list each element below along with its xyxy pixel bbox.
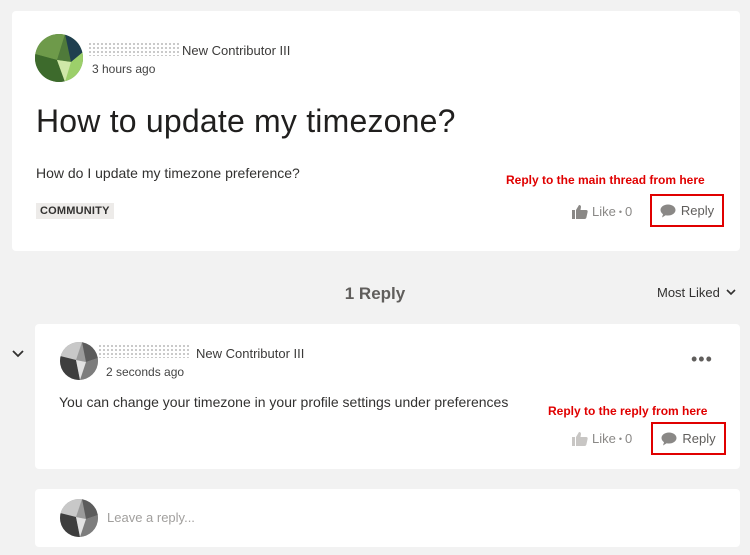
reply-to-reply-button[interactable]: Reply <box>651 422 726 455</box>
reply-input[interactable]: Leave a reply... <box>107 510 195 525</box>
speech-bubble-icon <box>661 432 677 445</box>
reply-like-button[interactable]: Like • 0 <box>572 431 632 446</box>
sort-label: Most Liked <box>657 285 720 300</box>
sort-dropdown[interactable]: Most Liked <box>657 285 736 300</box>
reply-label: Reply <box>680 203 715 218</box>
like-button[interactable]: Like • 0 <box>572 204 632 219</box>
current-user-avatar <box>60 499 98 537</box>
reply-card: New Contributor III 2 seconds ago ••• Yo… <box>35 324 740 469</box>
more-options-icon[interactable]: ••• <box>691 350 713 368</box>
chevron-down-icon <box>12 350 24 358</box>
reply-like-count: 0 <box>625 431 633 446</box>
author-avatar[interactable] <box>35 34 83 82</box>
collapse-thread-button[interactable] <box>12 345 24 363</box>
like-separator: • <box>618 206 623 217</box>
post-title: How to update my timezone? <box>36 103 456 139</box>
community-tag[interactable]: COMMUNITY <box>36 203 114 219</box>
reply-timestamp: 2 seconds ago <box>106 365 185 379</box>
like-count: 0 <box>625 204 633 219</box>
speech-bubble-icon <box>660 204 676 217</box>
reply-author-avatar[interactable] <box>60 342 98 380</box>
author-name-redacted[interactable] <box>88 42 180 56</box>
compose-card: Leave a reply... <box>35 489 740 547</box>
reply-author-rank: New Contributor III <box>196 346 305 361</box>
reply-author-name-redacted[interactable] <box>98 344 190 358</box>
reply-label: Reply <box>682 431 716 446</box>
reply-like-separator: • <box>618 433 623 444</box>
like-label: Like <box>592 204 616 219</box>
annotation-main-thread: Reply to the main thread from here <box>506 173 705 187</box>
reply-like-label: Like <box>592 431 616 446</box>
author-rank: New Contributor III <box>182 43 291 58</box>
chevron-down-icon <box>726 289 736 296</box>
reply-body: You can change your timezone in your pro… <box>59 394 509 410</box>
post-timestamp: 3 hours ago <box>92 62 156 76</box>
thumbs-up-icon <box>572 431 588 446</box>
replies-count: 1 Reply <box>344 284 406 303</box>
post-card: New Contributor III 3 hours ago How to u… <box>12 11 740 251</box>
thumbs-up-icon <box>572 204 588 219</box>
post-body: How do I update my timezone preference? <box>36 165 300 181</box>
annotation-reply: Reply to the reply from here <box>548 404 708 418</box>
reply-main-thread-button[interactable]: Reply <box>650 194 724 227</box>
